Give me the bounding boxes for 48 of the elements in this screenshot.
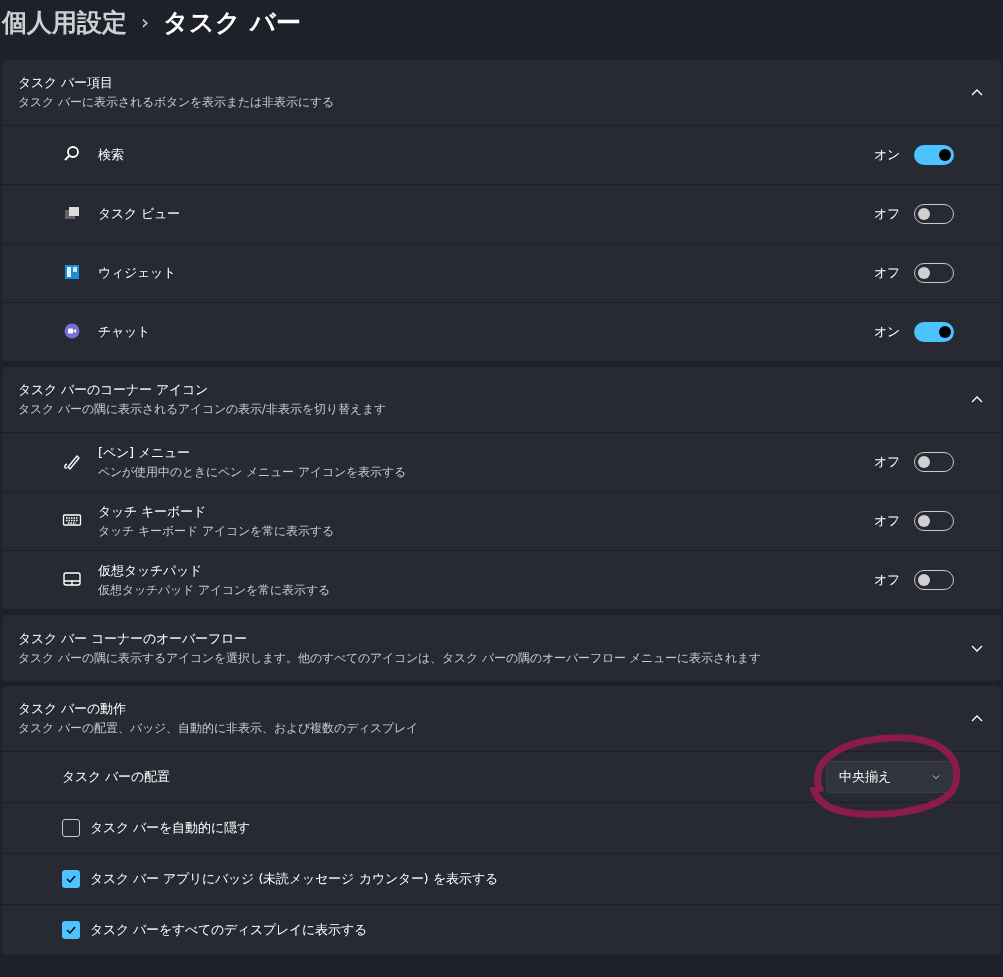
caret-icon	[931, 772, 941, 782]
toggle-state-label: オン	[874, 323, 900, 341]
toggle-state-label: オフ	[874, 453, 900, 471]
toggle-state-label: オフ	[874, 205, 900, 223]
toggle-switch[interactable]	[914, 145, 954, 165]
section-title: タスク バーのコーナー アイコン	[18, 381, 210, 399]
breadcrumb-link[interactable]: 個人用設定	[2, 5, 127, 39]
chat-icon	[62, 321, 82, 341]
section-title: タスク バーの動作	[18, 700, 128, 718]
checkbox-label: タスク バーをすべてのディスプレイに表示する	[90, 921, 368, 939]
breadcrumb-separator: ›	[141, 10, 149, 34]
section-header[interactable]: タスク バー コーナーのオーバーフロー タスク バーの隅に表示するアイコンを選択します。他のすべてのアイコンは、タスク バーの隅のオーバーフロー メニューに表示されます	[2, 615, 1001, 681]
setting-label: [ペン] メニュー	[98, 443, 192, 462]
section-description: タスク バーの配置、バッジ、自動的に非表示、および複数のディスプレイ	[18, 720, 419, 737]
section-title: タスク バー項目	[18, 74, 115, 92]
setting-label: チャット	[98, 323, 151, 341]
setting-label: 検索	[98, 146, 125, 164]
setting-label: タスク バーの配置	[62, 768, 171, 786]
setting-label: タスク ビュー	[98, 205, 182, 223]
section-title: タスク バー コーナーのオーバーフロー	[18, 629, 249, 648]
toggle-state-label: オフ	[874, 571, 900, 589]
toggle-switch[interactable]	[914, 322, 954, 342]
setting-label: 仮想タッチパッド	[98, 561, 203, 580]
checkbox-label: タスク バー アプリにバッジ (未読メッセージ カウンター) を表示する	[90, 870, 498, 888]
section-header[interactable]: タスク バーの動作 タスク バーの配置、バッジ、自動的に非表示、および複数のディスプレイ	[2, 686, 1001, 752]
section-description: タスク バーの隅に表示されるアイコンの表示/非表示を切り替えます	[18, 401, 387, 418]
toggle-state-label: オフ	[874, 512, 900, 530]
checkbox[interactable]	[62, 870, 80, 888]
setting-description: タッチ キーボード アイコンを常に表示する	[98, 522, 335, 540]
section-description: タスク バーの隅に表示するアイコンを選択します。他のすべてのアイコンは、タスク バーの隅のオーバーフロー メニューに表示されます	[18, 649, 763, 667]
section-header[interactable]: タスク バーのコーナー アイコン タスク バーの隅に表示されるアイコンの表示/非表示を切り替えます	[2, 367, 1001, 433]
touchpad-icon	[62, 569, 82, 589]
toggle-state-label: オフ	[874, 264, 900, 282]
check-icon	[65, 924, 77, 936]
checkbox[interactable]	[62, 819, 80, 837]
checkbox[interactable]	[62, 921, 80, 939]
widgets-icon	[62, 262, 82, 282]
check-icon	[65, 873, 77, 885]
alignment-dropdown[interactable]: 中央揃え	[826, 761, 954, 793]
setting-label: ウィジェット	[98, 264, 177, 282]
section-header[interactable]: タスク バー項目 タスク バーに表示されるボタンを表示または非表示にする	[2, 60, 1001, 126]
checkbox-label: タスク バーを自動的に隠す	[90, 819, 251, 837]
toggle-state-label: オン	[874, 146, 900, 164]
setting-label: タッチ キーボード	[98, 502, 208, 521]
page-title: タスク バー	[163, 6, 301, 39]
setting-description: ペンが使用中のときにペン メニュー アイコンを表示する	[98, 463, 407, 481]
setting-description: 仮想タッチパッド アイコンを常に表示する	[98, 581, 331, 599]
section-description: タスク バーに表示されるボタンを表示または非表示にする	[18, 94, 335, 111]
